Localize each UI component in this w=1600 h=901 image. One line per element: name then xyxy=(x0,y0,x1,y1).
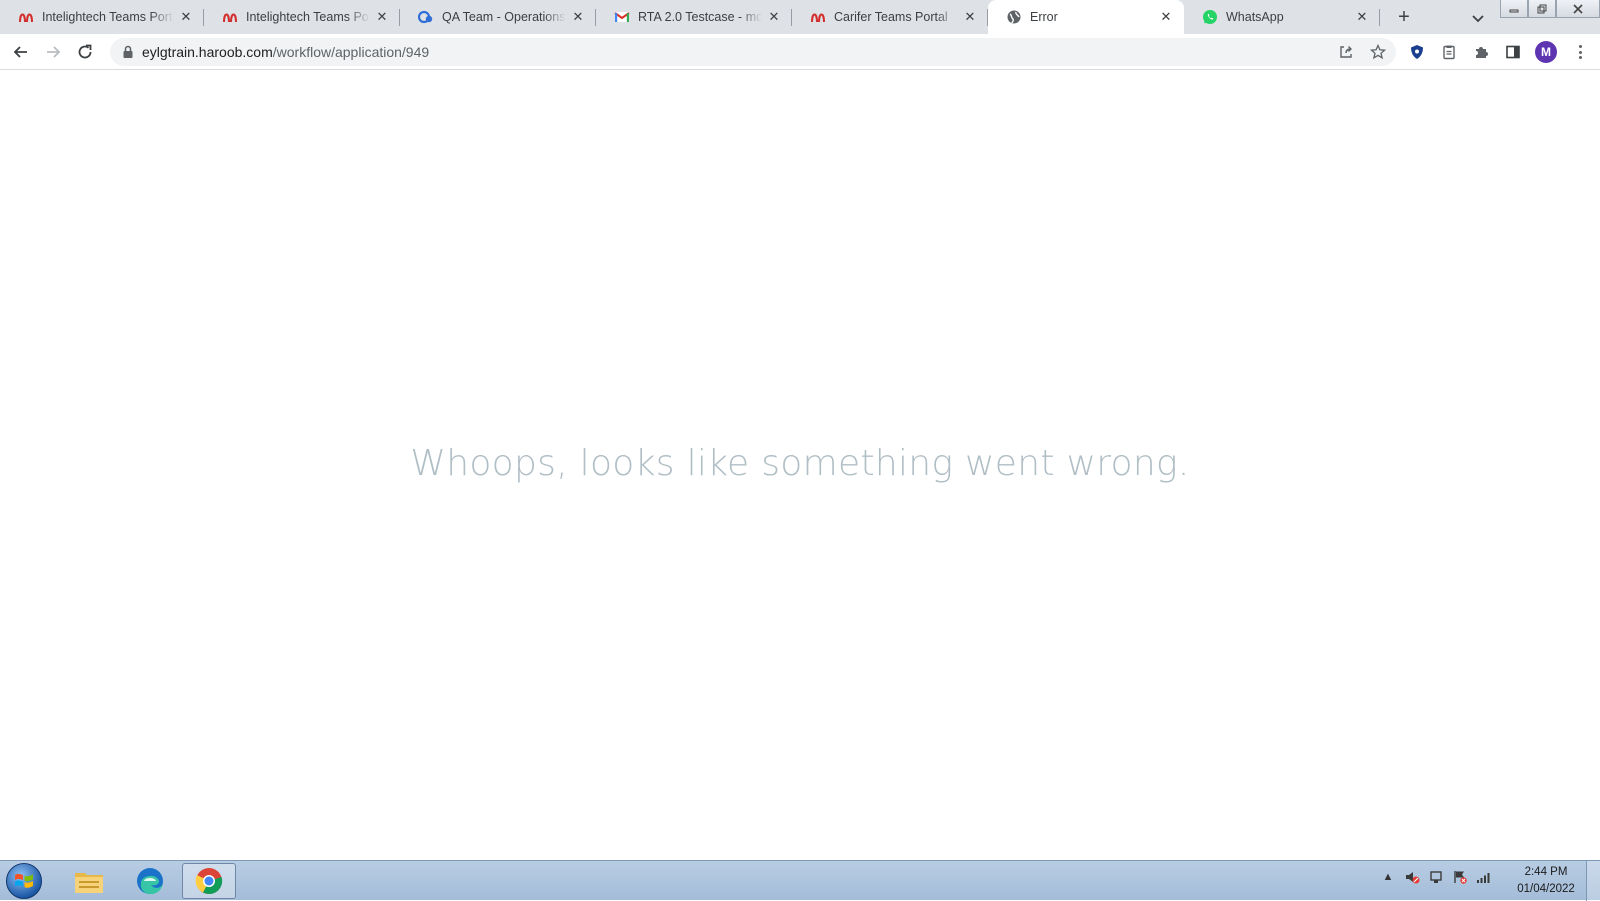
clock-date: 01/04/2022 xyxy=(1517,883,1575,895)
clock-time: 2:44 PM xyxy=(1524,866,1568,878)
browser-toolbar: eylgtrain.haroob.com/workflow/applicatio… xyxy=(0,34,1600,70)
forward-arrow-icon xyxy=(47,46,61,58)
profile-avatar[interactable]: M xyxy=(1535,41,1557,63)
tab-title: QA Team - Operations Te xyxy=(442,10,566,24)
tab-intelightech-2[interactable]: Intelightech Teams Portal ✕ xyxy=(204,0,400,34)
tab-title: Intelightech Teams Portal xyxy=(246,10,370,24)
minimize-icon xyxy=(1509,9,1519,12)
tab-close-icon[interactable]: ✕ xyxy=(178,9,194,25)
portal-arch-icon xyxy=(810,9,826,25)
globe-icon xyxy=(1006,9,1022,25)
back-arrow-icon xyxy=(13,46,27,58)
tab-title: WhatsApp xyxy=(1226,10,1284,24)
reload-button[interactable] xyxy=(73,40,97,64)
chrome-icon xyxy=(195,868,223,895)
whatsapp-icon xyxy=(1202,9,1218,25)
close-window-button[interactable] xyxy=(1556,0,1600,18)
new-tab-button[interactable]: + xyxy=(1392,6,1416,30)
extensions-puzzle-icon[interactable] xyxy=(1472,43,1490,61)
share-icon[interactable] xyxy=(1338,44,1354,60)
tab-carifer[interactable]: Carifer Teams Portal ✕ xyxy=(792,0,988,34)
tab-close-icon[interactable]: ✕ xyxy=(766,9,782,25)
taskbar-chrome[interactable] xyxy=(182,863,236,899)
lock-icon[interactable] xyxy=(120,44,136,60)
tab-title: Intelightech Teams Portal xyxy=(42,10,174,24)
minimize-button[interactable] xyxy=(1500,0,1528,18)
tab-close-icon[interactable]: ✕ xyxy=(374,9,390,25)
url-path: /workflow/application/949 xyxy=(272,44,430,60)
windows-logo-icon xyxy=(15,873,33,888)
system-tray: ▲ xyxy=(1380,869,1492,885)
tab-close-icon[interactable]: ✕ xyxy=(1354,9,1370,25)
gmail-icon xyxy=(614,9,630,25)
error-message: Whoops, looks like something went wrong. xyxy=(410,443,1190,484)
back-button[interactable] xyxy=(9,40,33,64)
reload-icon xyxy=(78,44,92,59)
tab-rta-testcase[interactable]: RTA 2.0 Testcase - mdazh ✕ xyxy=(596,0,792,34)
window-controls xyxy=(1500,0,1600,18)
page-content: Whoops, looks like something went wrong. xyxy=(0,71,1600,860)
bookmark-star-icon[interactable] xyxy=(1369,43,1387,60)
tab-whatsapp[interactable]: WhatsApp ✕ xyxy=(1184,0,1380,34)
browser-menu-icon[interactable] xyxy=(1572,42,1588,62)
tab-title: Carifer Teams Portal xyxy=(834,10,948,24)
show-desktop-button[interactable] xyxy=(1586,861,1600,901)
taskbar-edge[interactable] xyxy=(123,863,177,899)
url-host: eylgtrain.haroob.com xyxy=(142,44,273,60)
tab-close-icon[interactable]: ✕ xyxy=(1158,9,1174,25)
jira-icon xyxy=(418,9,434,25)
tab-separator xyxy=(1379,9,1380,26)
action-center-flag-icon[interactable] xyxy=(1452,869,1468,885)
extension-clipboard-icon[interactable] xyxy=(1440,43,1458,61)
tab-search-chevron-down-icon[interactable] xyxy=(1468,8,1488,28)
forward-button[interactable] xyxy=(41,40,65,64)
network-adapter-icon[interactable] xyxy=(1428,869,1444,885)
extension-shield-icon[interactable] xyxy=(1408,43,1426,61)
address-bar[interactable]: eylgtrain.haroob.com/workflow/applicatio… xyxy=(110,38,1396,66)
close-icon xyxy=(1573,3,1583,14)
wifi-signal-icon[interactable] xyxy=(1476,869,1492,885)
taskbar-file-explorer[interactable] xyxy=(62,863,116,899)
tab-strip: Intelightech Teams Portal ✕ Intelightech… xyxy=(0,0,1600,34)
start-button[interactable] xyxy=(6,863,42,899)
restore-icon xyxy=(1537,4,1547,13)
side-panel-icon[interactable] xyxy=(1504,43,1522,61)
tab-close-icon[interactable]: ✕ xyxy=(962,9,978,25)
tab-qa-team[interactable]: QA Team - Operations Te ✕ xyxy=(400,0,596,34)
edge-icon xyxy=(137,868,163,895)
tab-intelightech-1[interactable]: Intelightech Teams Portal ✕ xyxy=(0,0,204,34)
tab-title: RTA 2.0 Testcase - mdazh xyxy=(638,10,762,24)
restore-button[interactable] xyxy=(1528,0,1556,18)
url-text[interactable]: eylgtrain.haroob.com/workflow/applicatio… xyxy=(142,44,429,60)
taskbar-clock[interactable]: 2:44 PM 01/04/2022 xyxy=(1508,864,1584,898)
windows-taskbar: ▲ 2:44 PM 01/04/2022 xyxy=(0,860,1600,901)
tab-close-icon[interactable]: ✕ xyxy=(570,9,586,25)
portal-arch-icon xyxy=(18,9,34,25)
tab-title: Error xyxy=(1030,10,1058,24)
file-explorer-icon xyxy=(75,873,103,893)
tab-error[interactable]: Error ✕ xyxy=(988,0,1184,34)
portal-arch-icon xyxy=(222,9,238,25)
show-hidden-icons-icon[interactable]: ▲ xyxy=(1380,869,1396,885)
speaker-muted-icon[interactable] xyxy=(1404,869,1420,885)
